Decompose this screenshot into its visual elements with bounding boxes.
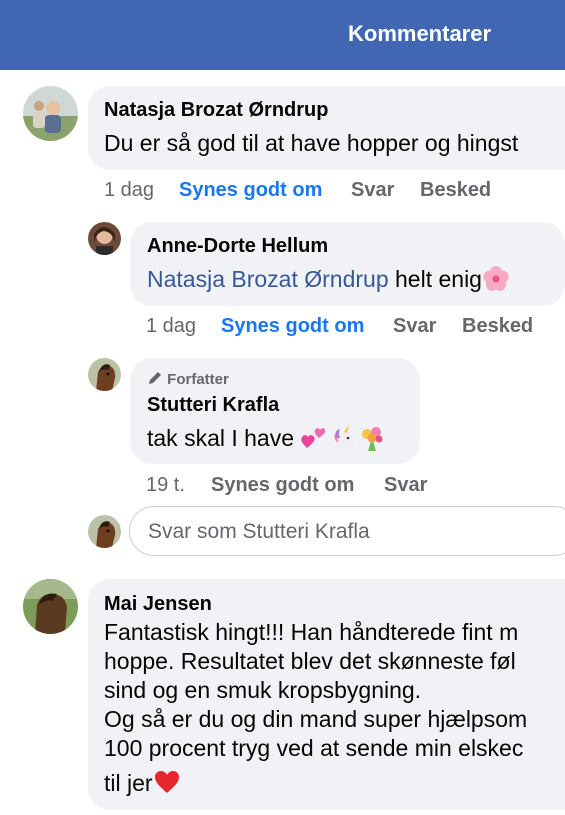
comment-line-last: til jer	[104, 769, 181, 798]
comment-bubble-natasja: Natasja Brozat Ørndrup Du er så god til …	[88, 86, 565, 170]
reply-bubble-anne-dorte: Anne-Dorte Hellum Natasja Brozat Ørndrup…	[130, 222, 565, 306]
reply-text: Natasja Brozat Ørndrup helt enig	[147, 265, 510, 294]
reply-actions: 1 dag Synes godt om Svar Besked	[146, 315, 556, 339]
avatar-natasja[interactable]	[23, 86, 78, 141]
comment-text: Du er så god til at have hopper og hings…	[104, 130, 519, 156]
avatar-stutteri-krafla[interactable]	[88, 358, 121, 391]
reply-button[interactable]: Svar	[393, 315, 436, 338]
like-button[interactable]: Synes godt om	[211, 474, 354, 497]
reply-input[interactable]	[146, 517, 550, 547]
avatar-mai-jensen[interactable]	[23, 579, 78, 634]
comment-time: 1 dag	[104, 179, 155, 201]
avatar-anne-dorte[interactable]	[88, 222, 121, 255]
reply-text: tak skal I have	[147, 423, 386, 453]
comment-line: til jer	[104, 770, 153, 796]
avatar-current-user	[88, 515, 121, 548]
reply-bubble-stutteri: Forfatter Stutteri Krafla tak skal I hav…	[130, 358, 420, 464]
reply-time: 19 t.	[146, 474, 185, 496]
reply-button[interactable]: Svar	[351, 179, 394, 202]
reply-input-box[interactable]	[129, 506, 565, 556]
red-heart-icon	[154, 770, 179, 793]
mention-link[interactable]: Natasja Brozat Ørndrup	[147, 266, 389, 292]
comment-line: Og så er du og din mand super hjælpsom	[104, 706, 528, 732]
reply-actions: 19 t. Synes godt om Svar	[146, 474, 446, 498]
reply-time: 1 dag	[146, 315, 197, 337]
cherry-blossom-icon	[483, 265, 509, 291]
comment-bubble-mai-jensen: Mai Jensen Fantastisk hingt!!! Han håndt…	[88, 579, 565, 810]
reply-text-body: tak skal I have	[147, 425, 301, 451]
bouquet-icon	[362, 426, 383, 451]
like-button[interactable]: Synes godt om	[179, 179, 322, 202]
like-button[interactable]: Synes godt om	[221, 315, 364, 338]
comment-line: 100 procent tryg ved at sende min elskec	[104, 735, 524, 761]
message-button[interactable]: Besked	[420, 179, 491, 202]
pencil-icon	[149, 372, 161, 384]
comment-line: hoppe. Resultatet blev det skønneste føl	[104, 648, 516, 674]
author-badge: Forfatter	[147, 370, 229, 388]
comment-line: sind og en smuk kropsbygning.	[104, 677, 422, 703]
comment-actions: 1 dag Synes godt om Svar Besked	[104, 179, 524, 203]
two-hearts-icon	[301, 428, 326, 448]
author-badge-label: Forfatter	[167, 371, 229, 388]
comment-line: Fantastisk hingt!!! Han håndterede fint …	[104, 619, 519, 645]
header-bar: Kommentarer	[0, 0, 565, 70]
unicorn-icon	[334, 423, 355, 450]
reply-button[interactable]: Svar	[384, 474, 427, 497]
reply-author[interactable]: Anne-Dorte Hellum	[147, 235, 328, 258]
comment-author[interactable]: Natasja Brozat Ørndrup	[104, 99, 328, 122]
comment-author[interactable]: Mai Jensen	[104, 593, 212, 616]
message-button[interactable]: Besked	[462, 315, 533, 338]
comments-page: Kommentarer Natasja Brozat Ørndrup Du er…	[0, 0, 565, 815]
reply-author[interactable]: Stutteri Krafla	[147, 394, 279, 417]
page-title: Kommentarer	[348, 21, 492, 46]
reply-text-body: helt enig	[388, 266, 482, 292]
